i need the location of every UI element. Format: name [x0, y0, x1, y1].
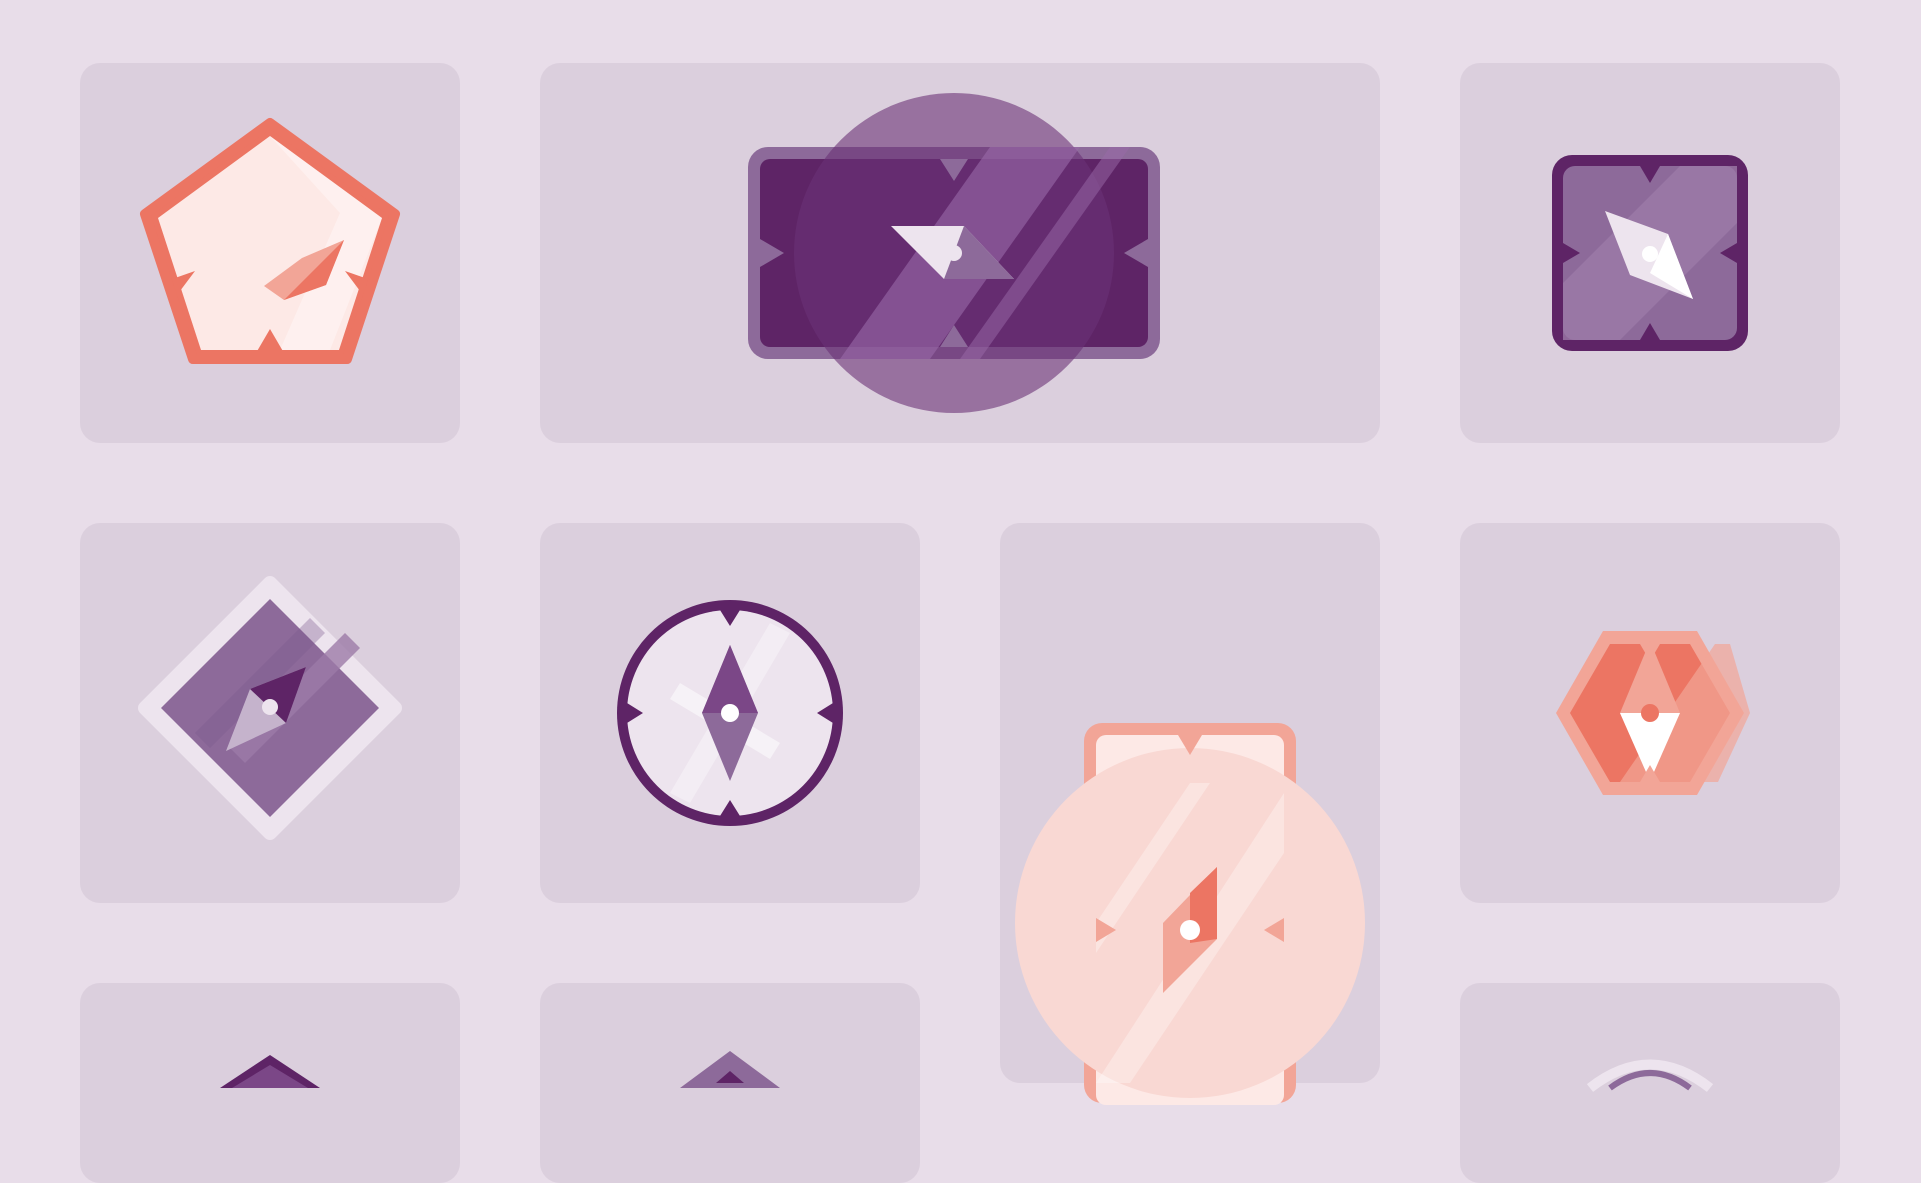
- lavender-badge-icon: [1586, 1059, 1714, 1092]
- badge-tile-row3-2[interactable]: [540, 983, 920, 1183]
- purple-badge-icon: [680, 1051, 780, 1088]
- hexagon-badge-icon: [1556, 631, 1750, 795]
- badge-tile-portrait[interactable]: [1000, 523, 1380, 1105]
- rectangle-badge-icon: [748, 93, 1160, 413]
- badge-tile-rectangle[interactable]: [540, 63, 1380, 443]
- circle-badge-icon: [617, 600, 843, 826]
- pentagon-badge-icon: [140, 118, 400, 364]
- plum-badge-icon: [220, 1055, 320, 1088]
- badge-tile-diamond[interactable]: [80, 523, 460, 903]
- badge-tile-circle[interactable]: [540, 523, 920, 903]
- badge-gallery: [0, 0, 1921, 1183]
- badge-tile-row3-1[interactable]: [80, 983, 460, 1183]
- diamond-badge-icon: [138, 576, 402, 840]
- badge-tile-row3-4[interactable]: [1460, 983, 1840, 1183]
- badge-tile-pentagon[interactable]: [80, 63, 460, 443]
- portrait-badge-icon: [1015, 723, 1365, 1105]
- badge-tile-square[interactable]: [1460, 63, 1840, 443]
- square-badge-icon: [1552, 155, 1748, 351]
- badge-tile-hexagon[interactable]: [1460, 523, 1840, 903]
